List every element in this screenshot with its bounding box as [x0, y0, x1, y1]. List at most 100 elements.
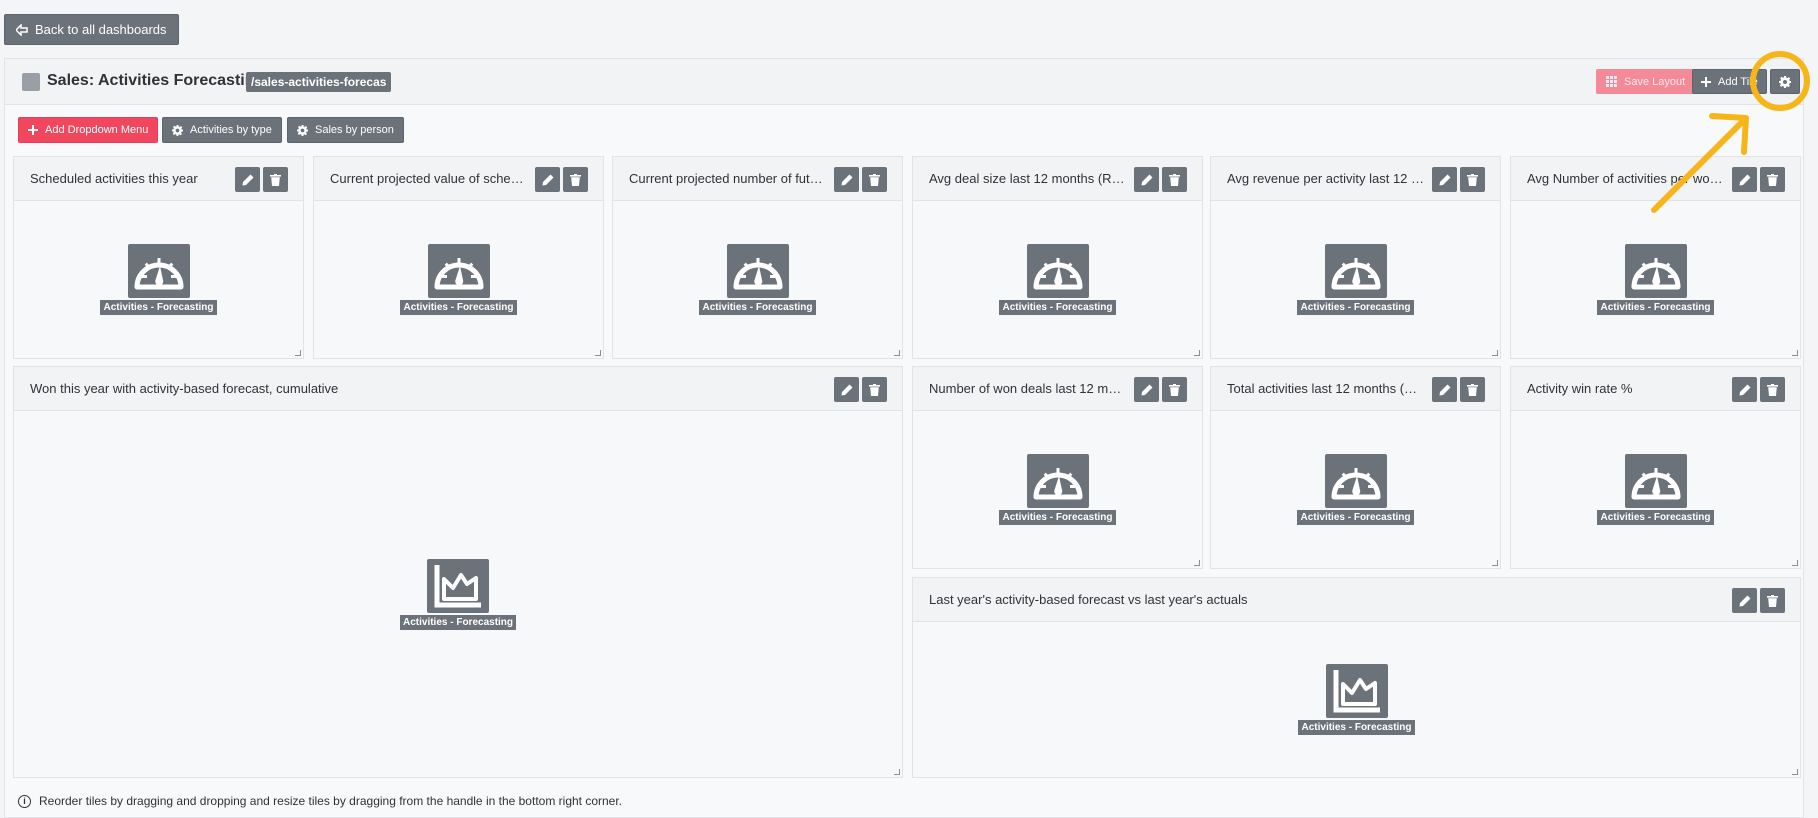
dashboard-color-swatch[interactable] — [22, 73, 40, 91]
gauge-icon — [1631, 468, 1680, 500]
edit-tile-button[interactable] — [1732, 167, 1757, 192]
edit-tile-button[interactable] — [1732, 377, 1757, 402]
edit-tile-button[interactable] — [235, 167, 260, 192]
tile-header[interactable]: Scheduled activities this year — [14, 157, 303, 201]
trash-icon — [1467, 173, 1478, 186]
dashboard-tile[interactable]: Won this year with activity-based foreca… — [13, 366, 903, 778]
delete-tile-button[interactable] — [1162, 167, 1187, 192]
resize-handle[interactable] — [1194, 350, 1200, 356]
edit-tile-button[interactable] — [834, 377, 859, 402]
resize-handle[interactable] — [1792, 560, 1798, 566]
edit-tile-button[interactable] — [834, 167, 859, 192]
trash-icon — [869, 383, 880, 396]
query-caption: Activities - Forecasting — [1297, 300, 1414, 315]
tile-header[interactable]: Current projected value of scheduled act… — [314, 157, 603, 201]
save-layout-button[interactable]: Save Layout — [1596, 69, 1696, 94]
resize-handle[interactable] — [1492, 560, 1498, 566]
back-button-label: Back to all dashboards — [35, 22, 167, 37]
tile-header[interactable]: Avg deal size last 12 months (Rolling) — [913, 157, 1202, 201]
pencil-icon — [1141, 384, 1152, 395]
gauge-icon — [1331, 258, 1380, 290]
dashboard-slug-badge: /sales-activities-forecas — [246, 72, 392, 92]
filter-activities-by-type[interactable]: Activities by type — [162, 117, 282, 143]
tile-title: Avg Number of activities per won deal — [1527, 171, 1725, 186]
add-tile-button[interactable]: Add Tile — [1692, 69, 1767, 94]
edit-tile-button[interactable] — [1134, 377, 1159, 402]
visualization-placeholder — [726, 244, 789, 298]
trash-icon — [1767, 173, 1778, 186]
tile-title: Scheduled activities this year — [30, 171, 198, 186]
tile-body: Activities - Forecasting — [14, 201, 303, 358]
dashboard-settings-button[interactable] — [1770, 69, 1800, 94]
trash-icon — [1767, 383, 1778, 396]
trash-icon — [570, 173, 581, 186]
gear-icon — [297, 124, 308, 136]
resize-handle[interactable] — [894, 769, 900, 775]
delete-tile-button[interactable] — [263, 167, 288, 192]
tile-title: Avg deal size last 12 months (Rolling) — [929, 171, 1127, 186]
delete-tile-button[interactable] — [862, 377, 887, 402]
gear-icon — [1779, 75, 1791, 88]
tile-header[interactable]: Last year's activity-based forecast vs l… — [913, 578, 1800, 622]
resize-handle[interactable] — [295, 350, 301, 356]
dashboard-title: Sales: Activities Forecasting — [47, 72, 265, 89]
dashboard-tile[interactable]: Last year's activity-based forecast vs l… — [912, 577, 1801, 778]
delete-tile-button[interactable] — [1760, 377, 1785, 402]
delete-tile-button[interactable] — [1460, 377, 1485, 402]
tile-header[interactable]: Current projected number of future deals — [613, 157, 902, 201]
add-dropdown-menu-button[interactable]: Add Dropdown Menu — [18, 117, 159, 143]
tile-header[interactable]: Activity win rate % — [1511, 367, 1800, 411]
tile-header[interactable]: Total activities last 12 months (Rolling… — [1211, 367, 1500, 411]
tile-body: Activities - Forecasting — [913, 411, 1202, 568]
resize-handle[interactable] — [1792, 350, 1798, 356]
pencil-icon — [841, 384, 852, 395]
delete-tile-button[interactable] — [1760, 167, 1785, 192]
plus-icon — [28, 125, 38, 135]
resize-handle[interactable] — [595, 350, 601, 356]
query-caption: Activities - Forecasting — [999, 510, 1116, 525]
dashboard-tile[interactable]: Avg revenue per activity last 12 months A… — [1210, 156, 1501, 359]
dashboard-tile[interactable]: Avg deal size last 12 months (Rolling) Ac… — [912, 156, 1203, 359]
tile-body: Activities - Forecasting — [913, 622, 1800, 777]
dashboard-tile[interactable]: Number of won deals last 12 months (Roll… — [912, 366, 1203, 569]
tile-title: Last year's activity-based forecast vs l… — [929, 592, 1248, 607]
pencil-icon — [841, 174, 852, 185]
filter-sales-by-person[interactable]: Sales by person — [287, 117, 404, 143]
dashboard-tile[interactable]: Current projected number of future deals… — [612, 156, 903, 359]
dashboard-tile[interactable]: Current projected value of scheduled act… — [313, 156, 604, 359]
resize-handle[interactable] — [1492, 350, 1498, 356]
delete-tile-button[interactable] — [1760, 588, 1785, 613]
visualization-placeholder — [1624, 454, 1687, 508]
delete-tile-button[interactable] — [1460, 167, 1485, 192]
trash-icon — [1169, 173, 1180, 186]
edit-tile-button[interactable] — [535, 167, 560, 192]
back-to-dashboards-button[interactable]: Back to all dashboards — [4, 14, 179, 45]
tile-body: Activities - Forecasting — [1211, 201, 1500, 358]
delete-tile-button[interactable] — [1162, 377, 1187, 402]
resize-handle[interactable] — [1792, 769, 1798, 775]
tile-header[interactable]: Number of won deals last 12 months (Roll… — [913, 367, 1202, 411]
resize-handle[interactable] — [894, 350, 900, 356]
edit-tile-button[interactable] — [1134, 167, 1159, 192]
tile-body: Activities - Forecasting — [1511, 201, 1800, 358]
edit-tile-button[interactable] — [1432, 377, 1457, 402]
tile-header[interactable]: Avg Number of activities per won deal — [1511, 157, 1800, 201]
dashboard-tile[interactable]: Activity win rate % Activities - Forecast… — [1510, 366, 1801, 569]
dashboard-tile[interactable]: Avg Number of activities per won deal Act… — [1510, 156, 1801, 359]
resize-handle[interactable] — [1194, 560, 1200, 566]
visualization-placeholder — [427, 244, 490, 298]
dashboard-tile[interactable]: Total activities last 12 months (Rolling… — [1210, 366, 1501, 569]
query-caption: Activities - Forecasting — [1297, 510, 1414, 525]
gauge-icon — [1631, 258, 1680, 290]
gauge-icon — [134, 258, 183, 290]
edit-tile-button[interactable] — [1732, 588, 1757, 613]
tile-body: Activities - Forecasting — [613, 201, 902, 358]
delete-tile-button[interactable] — [563, 167, 588, 192]
dashboard-tile[interactable]: Scheduled activities this year Activities… — [13, 156, 304, 359]
edit-tile-button[interactable] — [1432, 167, 1457, 192]
tile-header[interactable]: Avg revenue per activity last 12 months — [1211, 157, 1500, 201]
delete-tile-button[interactable] — [862, 167, 887, 192]
trash-icon — [1169, 383, 1180, 396]
visualization-placeholder — [427, 558, 489, 613]
tile-header[interactable]: Won this year with activity-based foreca… — [14, 367, 902, 411]
